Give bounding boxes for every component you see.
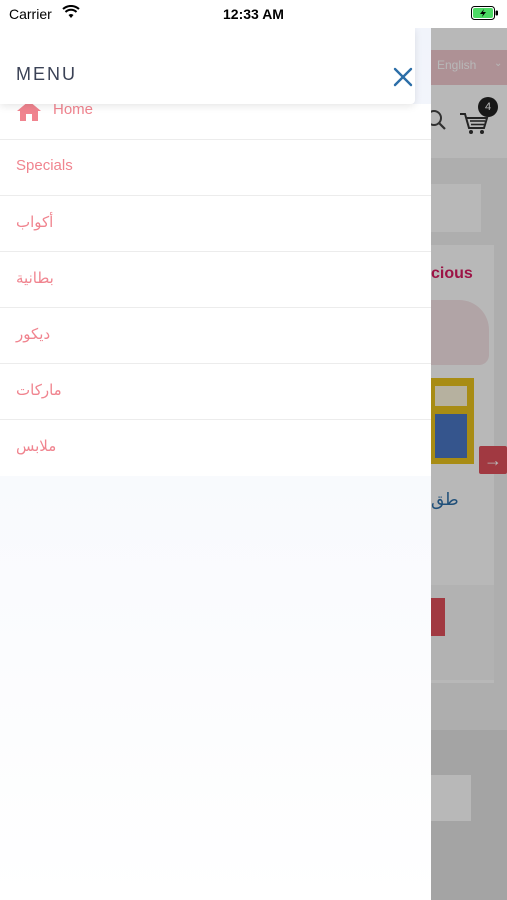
- menu-item-specials[interactable]: Specials: [0, 140, 431, 196]
- menu-item-label: أكواب: [16, 214, 54, 231]
- menu-item-blankets[interactable]: بطانية: [0, 252, 431, 308]
- battery-icon: [471, 6, 498, 20]
- status-bar: Carrier 12:33 AM: [0, 0, 507, 28]
- drawer-menu-list: Home Specials أكواب بطانية ديكور ماركات …: [0, 101, 431, 476]
- status-time: 12:33 AM: [223, 6, 284, 22]
- menu-item-brands[interactable]: ماركات: [0, 364, 431, 420]
- menu-item-label: بطانية: [16, 270, 54, 287]
- drawer-title: MENU: [16, 64, 77, 84]
- side-drawer: MENU Home Specials أكواب بطانية ديكور ما…: [0, 28, 431, 900]
- menu-item-decor[interactable]: ديكور: [0, 308, 431, 364]
- menu-item-label: ديكور: [16, 326, 51, 343]
- drawer-header: MENU: [0, 28, 415, 104]
- menu-item-label: ماركات: [16, 382, 62, 399]
- menu-item-cups[interactable]: أكواب: [0, 196, 431, 252]
- menu-item-label: Specials: [16, 157, 73, 174]
- menu-item-clothes[interactable]: ملابس: [0, 420, 431, 476]
- close-icon[interactable]: [392, 66, 414, 88]
- menu-item-label: ملابس: [16, 438, 57, 455]
- drawer-overlay[interactable]: [431, 28, 507, 900]
